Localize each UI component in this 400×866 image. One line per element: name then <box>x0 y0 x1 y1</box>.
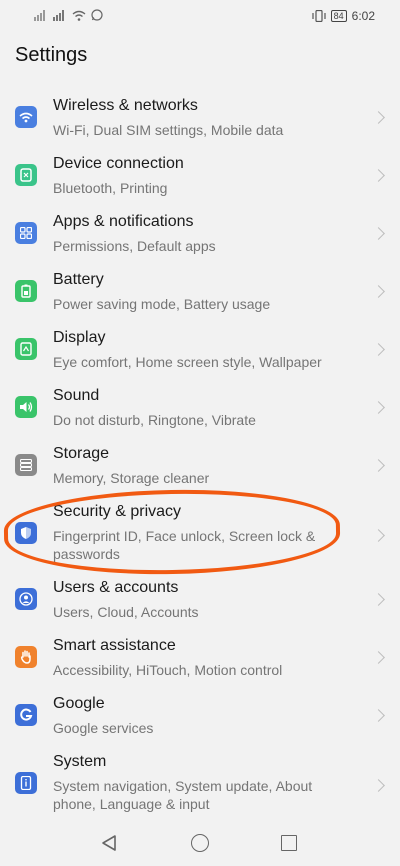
item-title: Display <box>53 329 106 346</box>
wifi-icon <box>72 10 86 21</box>
item-title: Google <box>53 695 105 712</box>
storage-icon <box>15 454 37 476</box>
page-title: Settings <box>15 44 88 66</box>
back-icon[interactable] <box>100 834 118 852</box>
item-subtitle: Accessibility, HiTouch, Motion control <box>53 662 283 678</box>
settings-item-google[interactable]: Google Google services <box>0 688 400 746</box>
sound-icon <box>15 396 37 418</box>
item-title: Smart assistance <box>53 637 176 654</box>
chevron-right-icon <box>372 709 385 722</box>
settings-item-users-accounts[interactable]: Users & accounts Users, Cloud, Accounts <box>0 572 400 630</box>
item-title: Users & accounts <box>53 579 179 596</box>
item-title: Security & privacy <box>53 503 182 520</box>
apps-grid-icon <box>15 222 37 244</box>
settings-item-apps-notifications[interactable]: Apps & notifications Permissions, Defaul… <box>0 206 400 264</box>
chevron-right-icon <box>372 285 385 298</box>
chevron-right-icon <box>372 227 385 240</box>
item-title: Storage <box>53 445 110 462</box>
signal-icon <box>53 9 64 21</box>
settings-item-storage[interactable]: Storage Memory, Storage cleaner <box>0 438 400 496</box>
chevron-right-icon <box>372 401 385 414</box>
item-subtitle: Wi-Fi, Dual SIM settings, Mobile data <box>53 122 284 138</box>
settings-item-wireless-networks[interactable]: Wireless & networks Wi-Fi, Dual SIM sett… <box>0 90 400 148</box>
device-connection-icon <box>15 164 37 186</box>
user-icon <box>15 588 37 610</box>
chevron-right-icon <box>372 459 385 472</box>
item-subtitle: Eye comfort, Home screen style, Wallpape… <box>53 354 322 370</box>
hand-icon <box>15 646 37 668</box>
item-title: Device connection <box>53 155 184 172</box>
shield-icon <box>15 522 37 544</box>
chevron-right-icon <box>372 111 385 124</box>
chevron-right-icon <box>372 779 385 792</box>
settings-item-security-privacy[interactable]: Security & privacy Fingerprint ID, Face … <box>0 496 400 572</box>
settings-item-device-connection[interactable]: Device connection Bluetooth, Printing <box>0 148 400 206</box>
item-subtitle: Bluetooth, Printing <box>53 180 168 196</box>
recents-icon[interactable] <box>281 835 297 851</box>
chevron-right-icon <box>372 593 385 606</box>
phone-info-icon <box>15 772 37 794</box>
status-left-icons <box>34 9 103 21</box>
chevron-right-icon <box>372 651 385 664</box>
settings-item-smart-assistance[interactable]: Smart assistance Accessibility, HiTouch,… <box>0 630 400 688</box>
item-subtitle: Permissions, Default apps <box>53 238 216 254</box>
navigation-bar <box>0 822 400 866</box>
item-subtitle: System navigation, System update, About … <box>53 778 313 812</box>
settings-item-system[interactable]: System System navigation, System update,… <box>0 746 400 822</box>
item-title: Sound <box>53 387 100 404</box>
home-icon[interactable] <box>191 834 209 852</box>
item-subtitle: Google services <box>53 720 154 736</box>
vibrate-icon <box>312 10 326 22</box>
display-icon <box>15 338 37 360</box>
chevron-right-icon <box>372 343 385 356</box>
item-subtitle: Power saving mode, Battery usage <box>53 296 271 312</box>
battery-icon <box>15 280 37 302</box>
chevron-right-icon <box>372 169 385 182</box>
item-title: System <box>53 753 107 770</box>
status-right-icons: 84 6:02 <box>312 9 375 23</box>
battery-level: 84 <box>330 10 347 22</box>
signal-icon <box>34 9 45 21</box>
wifi-icon <box>15 106 37 128</box>
item-subtitle: Memory, Storage cleaner <box>53 470 210 486</box>
item-subtitle: Do not disturb, Ringtone, Vibrate <box>53 412 256 428</box>
item-title: Wireless & networks <box>53 97 198 114</box>
clock: 6:02 <box>351 9 375 23</box>
item-subtitle: Fingerprint ID, Face unlock, Screen lock… <box>53 528 316 562</box>
google-icon <box>15 704 37 726</box>
item-title: Apps & notifications <box>53 213 194 230</box>
whatsapp-icon <box>91 9 103 21</box>
header: Settings <box>0 32 400 80</box>
settings-item-battery[interactable]: Battery Power saving mode, Battery usage <box>0 264 400 322</box>
settings-list: Wireless & networks Wi-Fi, Dual SIM sett… <box>0 90 400 822</box>
item-title: Battery <box>53 271 104 288</box>
settings-item-sound[interactable]: Sound Do not disturb, Ringtone, Vibrate <box>0 380 400 438</box>
settings-item-display[interactable]: Display Eye comfort, Home screen style, … <box>0 322 400 380</box>
status-bar: 84 6:02 <box>0 0 400 32</box>
chevron-right-icon <box>372 529 385 542</box>
item-subtitle: Users, Cloud, Accounts <box>53 604 199 620</box>
